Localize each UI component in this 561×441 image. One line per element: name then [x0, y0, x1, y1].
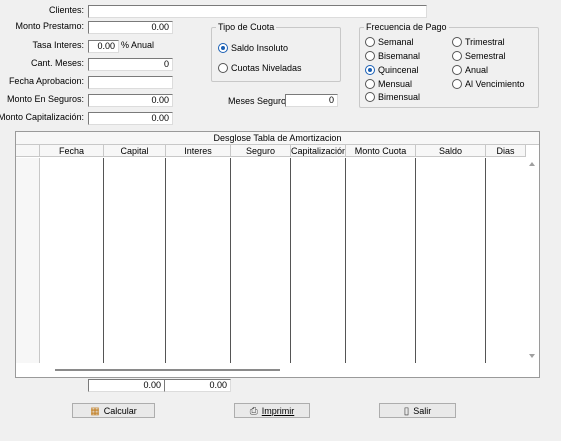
amortization-grid[interactable]: Desglose Tabla de Amortizacion Fecha Cap…: [15, 131, 540, 378]
monto-seguros-input[interactable]: 0.00: [88, 94, 173, 107]
imprimir-label: Imprimir: [261, 406, 295, 416]
grid-column-interes: [166, 158, 231, 363]
meses-seguro-label: Meses Seguro:: [228, 96, 289, 106]
monto-seguros-label: Monto En Seguros:: [6, 94, 84, 104]
meses-seguro-input[interactable]: 0: [285, 94, 338, 107]
column-header-dias[interactable]: Dias: [486, 145, 526, 157]
percent-annual-label: % Anual: [121, 40, 155, 50]
radio-label: Semestral: [465, 51, 506, 61]
vertical-scrollbar[interactable]: [526, 158, 538, 363]
tasa-interes-input[interactable]: 0.00: [88, 40, 119, 53]
radio-label: Mensual: [378, 79, 413, 89]
calculator-icon: ▦: [90, 406, 100, 417]
calcular-button[interactable]: ▦ Calcular: [72, 403, 155, 418]
radio-trimestral[interactable]: Trimestral: [452, 37, 505, 48]
radio-label: Trimestral: [465, 37, 505, 47]
radio-bimensual[interactable]: Bimensual: [365, 92, 420, 103]
radio-label: Al Vencimiento: [465, 79, 525, 89]
tipo-cuota-title: Tipo de Cuota: [218, 22, 275, 32]
column-header-seguro[interactable]: Seguro: [231, 145, 291, 157]
horizontal-scrollbar[interactable]: [40, 364, 526, 376]
radio-semanal[interactable]: Semanal: [365, 37, 414, 48]
radio-selected-icon: [218, 43, 228, 53]
scroll-up-icon[interactable]: [529, 162, 535, 166]
grid-column-saldo: [416, 158, 486, 363]
horizontal-scroll-thumb[interactable]: [55, 369, 280, 371]
total-field-1: 0.00: [88, 379, 165, 392]
fecha-aprobacion-input[interactable]: [88, 76, 173, 89]
monto-prestamo-input[interactable]: 0.00: [88, 21, 173, 34]
radio-label: Bisemanal: [378, 51, 421, 61]
monto-capitalizacion-input[interactable]: 0.00: [88, 112, 173, 125]
radio-anual[interactable]: Anual: [452, 65, 488, 76]
clientes-label: Clientes:: [48, 5, 84, 15]
monto-prestamo-label: Monto Prestamo:: [15, 21, 84, 31]
total-field-2: 0.00: [164, 379, 231, 392]
radio-label: Anual: [465, 65, 489, 75]
scroll-down-icon[interactable]: [529, 354, 535, 358]
frecuencia-pago-title: Frecuencia de Pago: [366, 22, 447, 32]
salir-button[interactable]: ▯ Salir: [379, 403, 456, 418]
radio-bisemanal[interactable]: Bisemanal: [365, 51, 420, 62]
monto-capitalizacion-label: Monto Capitalización:: [0, 112, 84, 122]
column-header-fecha[interactable]: Fecha: [40, 145, 104, 157]
radio-icon: [452, 37, 462, 47]
radio-semestral[interactable]: Semestral: [452, 51, 506, 62]
radio-icon: [365, 92, 375, 102]
radio-cuotas-niveladas[interactable]: Cuotas Niveladas: [218, 63, 302, 74]
radio-icon: [218, 63, 228, 73]
grid-column-capitalizacion: [291, 158, 346, 363]
cant-meses-label: Cant. Meses:: [30, 58, 84, 68]
clientes-input[interactable]: [88, 5, 427, 18]
radio-icon: [365, 37, 375, 47]
grid-column-capital: [104, 158, 166, 363]
fecha-aprobacion-label: Fecha Aprobacion:: [8, 76, 84, 86]
column-header-capitalizacion[interactable]: Capitalización: [291, 145, 346, 157]
radio-icon: [452, 79, 462, 89]
imprimir-button[interactable]: ⎙ Imprimir: [234, 403, 310, 418]
radio-label: Quincenal: [378, 65, 419, 75]
calcular-label: Calcular: [103, 406, 137, 416]
grid-title: Desglose Tabla de Amortizacion: [16, 132, 539, 145]
radio-saldo-insoluto[interactable]: Saldo Insoluto: [218, 43, 288, 54]
grid-column-fecha: [40, 158, 104, 363]
radio-selected-icon: [365, 65, 375, 75]
column-header-saldo[interactable]: Saldo: [416, 145, 486, 157]
radio-label: Saldo Insoluto: [231, 43, 289, 53]
radio-mensual[interactable]: Mensual: [365, 79, 412, 90]
radio-icon: [365, 79, 375, 89]
radio-icon: [365, 51, 375, 61]
grid-column-seguro: [231, 158, 291, 363]
radio-label: Cuotas Niveladas: [231, 63, 302, 73]
radio-al-vencimiento[interactable]: Al Vencimiento: [452, 79, 525, 90]
grid-row-selector-header: [16, 145, 40, 157]
printer-icon: ⎙: [249, 406, 258, 417]
cant-meses-input[interactable]: 0: [88, 58, 173, 71]
salir-label: Salir: [413, 406, 432, 416]
column-header-interes[interactable]: Interes: [166, 145, 231, 157]
radio-quincenal[interactable]: Quincenal: [365, 65, 419, 76]
grid-column-monto-cuota: [346, 158, 416, 363]
column-header-monto-cuota[interactable]: Monto Cuota: [346, 145, 416, 157]
radio-icon: [452, 51, 462, 61]
radio-label: Bimensual: [378, 92, 421, 102]
radio-icon: [452, 65, 462, 75]
tasa-interes-label: Tasa Interes:: [32, 40, 84, 50]
grid-row-selector-column: [16, 158, 40, 363]
column-header-capital[interactable]: Capital: [104, 145, 166, 157]
radio-label: Semanal: [378, 37, 414, 47]
exit-door-icon: ▯: [403, 406, 410, 417]
